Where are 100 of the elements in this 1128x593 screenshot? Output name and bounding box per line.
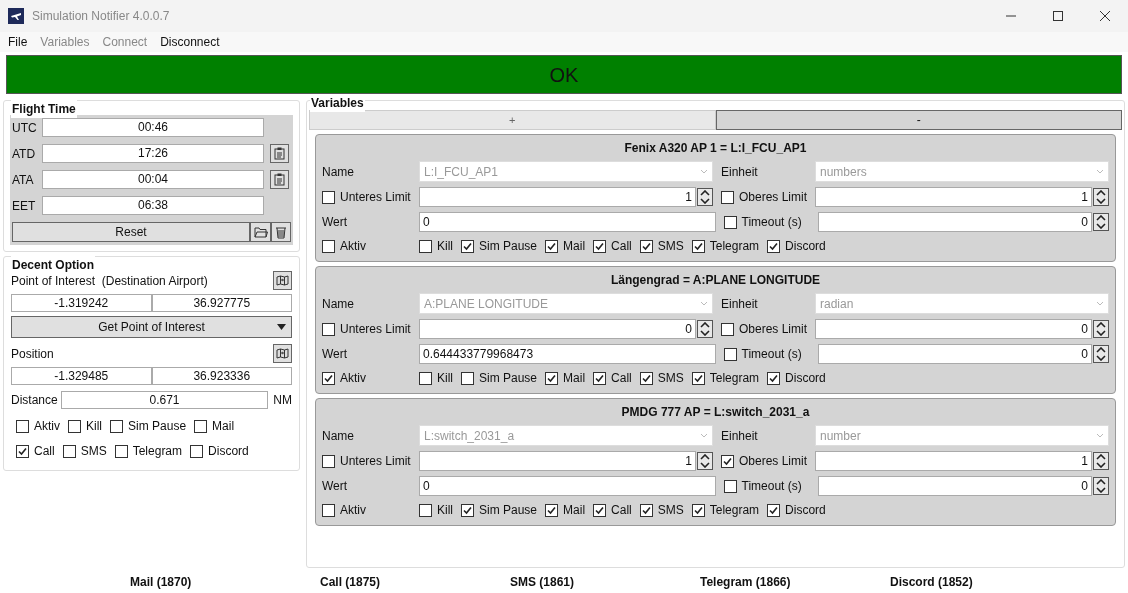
checkbox-label: Aktiv (34, 418, 60, 435)
distance-field[interactable]: 0.671 (60, 391, 269, 409)
spinner-icon[interactable] (1093, 213, 1109, 231)
checkbox[interactable] (593, 239, 607, 253)
status-count: Telegram (1866) (700, 574, 792, 591)
spinner-icon[interactable] (1093, 188, 1109, 206)
reset-button[interactable]: Reset (12, 222, 250, 242)
checkbox[interactable] (691, 371, 705, 385)
checkbox-label: Discord (785, 370, 826, 387)
checkbox[interactable] (545, 239, 559, 253)
number-field[interactable]: 0 (817, 344, 1092, 364)
spinner-icon[interactable] (1093, 477, 1109, 495)
chevron-icon (700, 301, 708, 306)
number-field[interactable]: 0 (817, 212, 1092, 232)
number-field[interactable]: 0 (817, 476, 1092, 496)
spinner-icon[interactable] (1093, 452, 1109, 470)
spinner-icon[interactable] (1093, 320, 1109, 338)
checkbox[interactable] (593, 503, 607, 517)
number-field[interactable]: 1 (419, 451, 696, 471)
coordinate-field[interactable]: -1.329485 (11, 367, 152, 385)
checkbox[interactable] (322, 454, 335, 468)
checkbox[interactable] (419, 503, 432, 517)
value-field[interactable]: 0 (419, 476, 716, 496)
poi-dropdown[interactable]: Get Point of Interest (11, 316, 292, 338)
checkbox-label: Call (611, 502, 632, 519)
checkbox[interactable] (545, 503, 559, 517)
menu-item[interactable]: File (8, 33, 28, 51)
number-field[interactable]: 1 (815, 451, 1092, 471)
number-field[interactable]: 0 (419, 319, 696, 339)
trash-icon (275, 225, 287, 239)
checkbox[interactable] (16, 419, 29, 433)
checkbox[interactable] (723, 215, 737, 229)
checkbox-label: Timeout (s) (741, 478, 802, 495)
time-field[interactable]: 00:04 (42, 170, 264, 189)
time-field[interactable]: 00:46 (42, 118, 264, 137)
clipboard-button[interactable] (270, 170, 289, 189)
checkbox[interactable] (194, 419, 208, 433)
checkbox[interactable] (190, 444, 204, 458)
checkbox[interactable] (461, 239, 474, 253)
time-label: EET (12, 197, 36, 215)
checkbox[interactable] (62, 444, 76, 458)
chevron-icon (700, 433, 708, 438)
remove-button[interactable]: - (715, 110, 1122, 130)
checkbox[interactable] (639, 239, 653, 253)
checkbox[interactable] (322, 239, 335, 253)
spinner-icon[interactable] (697, 188, 713, 206)
checkbox[interactable] (322, 371, 335, 385)
checkbox[interactable] (691, 239, 705, 253)
coordinate-field[interactable]: 36.923336 (151, 367, 292, 385)
field-label: Wert (322, 214, 349, 231)
number-field[interactable]: 1 (419, 187, 696, 207)
checkbox[interactable] (639, 371, 653, 385)
number-field[interactable]: 1 (815, 187, 1092, 207)
checkbox[interactable] (110, 419, 124, 433)
checkbox[interactable] (322, 322, 335, 336)
close-icon[interactable] (1100, 11, 1110, 21)
checkbox[interactable] (545, 371, 559, 385)
checkbox[interactable] (16, 444, 29, 458)
checkbox[interactable] (723, 479, 737, 493)
checkbox[interactable] (461, 503, 474, 517)
checkbox[interactable] (114, 444, 128, 458)
checkbox[interactable] (721, 322, 734, 336)
checkbox[interactable] (639, 503, 653, 517)
time-field[interactable]: 17:26 (42, 144, 264, 163)
checkbox[interactable] (461, 371, 474, 385)
spinner-icon[interactable] (697, 452, 713, 470)
clipboard-icon (274, 173, 285, 186)
checkbox[interactable] (68, 419, 81, 433)
spinner-icon[interactable] (1093, 345, 1109, 363)
menu-item[interactable]: Disconnect (160, 33, 220, 51)
coordinate-field[interactable]: 36.927775 (151, 294, 292, 312)
map-button[interactable] (273, 344, 292, 363)
coordinate-field[interactable]: -1.319242 (11, 294, 152, 312)
checkbox[interactable] (593, 371, 607, 385)
checkbox[interactable] (419, 239, 432, 253)
map-button[interactable] (273, 271, 292, 290)
maximize-icon[interactable] (1053, 11, 1063, 21)
value-field[interactable]: 0.644433779968473 (419, 344, 716, 364)
checkbox-label: Sim Pause (479, 502, 538, 519)
checkbox-label: SMS (80, 443, 107, 460)
checkbox[interactable] (721, 454, 734, 468)
checkbox[interactable] (767, 239, 781, 253)
checkbox[interactable] (767, 503, 781, 517)
checkbox[interactable] (419, 371, 432, 385)
checkbox[interactable] (691, 503, 705, 517)
number-field[interactable]: 0 (815, 319, 1092, 339)
time-field[interactable]: 06:38 (42, 196, 264, 215)
clipboard-button[interactable] (270, 144, 289, 163)
folder-button[interactable] (250, 222, 271, 242)
value-field[interactable]: 0 (419, 212, 716, 232)
checkbox[interactable] (723, 347, 737, 361)
trash-button[interactable] (271, 222, 291, 242)
checkbox[interactable] (322, 190, 335, 204)
spinner-icon[interactable] (697, 320, 713, 338)
checkbox[interactable] (721, 190, 734, 204)
checkbox[interactable] (322, 503, 335, 517)
chevron-icon (1096, 169, 1104, 174)
checkbox-label: Unteres Limit (340, 321, 411, 338)
checkbox[interactable] (767, 371, 781, 385)
add-button[interactable]: + (309, 110, 716, 130)
